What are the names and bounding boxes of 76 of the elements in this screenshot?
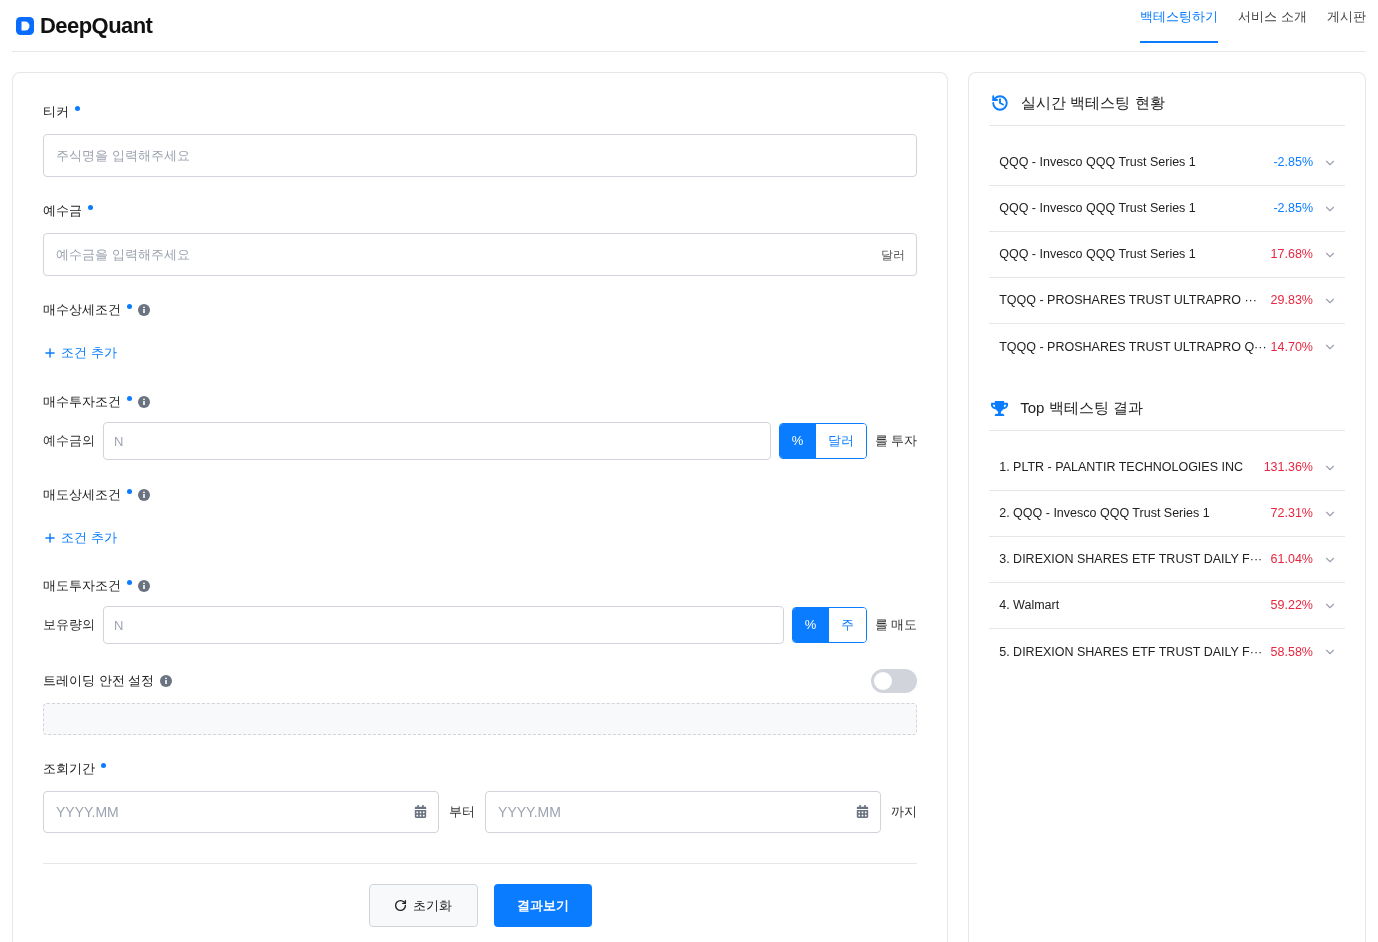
nav-tab[interactable]: 서비스 소개 bbox=[1238, 0, 1307, 43]
brand-name: DeepQuant bbox=[40, 12, 153, 40]
ticker-name: QQQ - Invesco QQQ Trust Series 1 bbox=[999, 154, 1197, 172]
reset-button[interactable]: 초기화 bbox=[368, 884, 478, 927]
return-value: 29.83% bbox=[1270, 292, 1313, 310]
trophy-icon bbox=[991, 399, 1009, 417]
field-suffix: 를 투자 bbox=[874, 432, 918, 451]
field-label: 예수금 bbox=[43, 202, 82, 221]
nav-tab[interactable]: 게시판 bbox=[1327, 0, 1366, 43]
unit-toggle[interactable]: % bbox=[792, 608, 829, 642]
field-prefix: 보유량의 bbox=[43, 616, 95, 635]
amount-input[interactable]: N bbox=[103, 606, 784, 644]
return-value: 72.31% bbox=[1270, 505, 1313, 523]
field-label: 매수투자조건 bbox=[43, 393, 121, 412]
return-value: 58.58% bbox=[1270, 643, 1313, 661]
history-icon bbox=[991, 94, 1010, 112]
result-row[interactable]: TQQQ - PROSHARES TRUST ULTRAPRO ··· 29.83% bbox=[989, 278, 1345, 324]
result-row[interactable]: QQQ - Invesco QQQ Trust Series 1 17.68% bbox=[989, 232, 1345, 278]
ticker-name: QQQ - Invesco QQQ Trust Series 1 bbox=[999, 200, 1197, 218]
return-value: 14.70% bbox=[1270, 338, 1313, 356]
field-label: 매도상세조건 bbox=[43, 486, 121, 505]
info-icon bbox=[138, 580, 150, 592]
result-row[interactable]: QQQ - Invesco QQQ Trust Series 1 -2.85% bbox=[989, 186, 1345, 232]
plus-icon bbox=[43, 531, 57, 545]
field-label: 조회기간 bbox=[43, 760, 95, 779]
ticker-name: TQQQ - PROSHARES TRUST ULTRAPRO ··· bbox=[999, 292, 1258, 310]
ticker-name: 5. DIREXION SHARES ETF TRUST DAILY F··· bbox=[999, 643, 1264, 661]
unit-label: 달러 bbox=[881, 247, 906, 264]
ticker-name: QQQ - Invesco QQQ Trust Series 1 bbox=[999, 246, 1197, 264]
calendar-icon bbox=[856, 805, 870, 818]
return-value: 61.04% bbox=[1270, 551, 1313, 569]
info-icon bbox=[160, 675, 173, 687]
return-value: 59.22% bbox=[1270, 597, 1313, 615]
info-icon bbox=[138, 396, 150, 408]
field-prefix: 예수금의 bbox=[43, 432, 95, 451]
ticker-name: TQQQ - PROSHARES TRUST ULTRAPRO Q··· bbox=[999, 338, 1267, 356]
result-row[interactable]: 4. Walmart 59.22% bbox=[989, 583, 1345, 629]
result-row[interactable]: TQQQ - PROSHARES TRUST ULTRAPRO Q··· 14.70% bbox=[989, 324, 1345, 370]
info-icon bbox=[138, 489, 150, 501]
field-label: 매도투자조건 bbox=[43, 577, 121, 596]
month-field[interactable]: YYYY.MM bbox=[43, 791, 440, 833]
result-row[interactable]: 3. DIREXION SHARES ETF TRUST DAILY F··· 61.04% bbox=[989, 537, 1345, 583]
unit-toggle[interactable]: % bbox=[779, 424, 816, 458]
refresh-icon bbox=[394, 899, 408, 912]
ticker-name: 3. DIREXION SHARES ETF TRUST DAILY F··· bbox=[999, 551, 1264, 569]
nav-tab[interactable]: 백테스팅하기 bbox=[1140, 0, 1219, 43]
return-value: -2.85% bbox=[1273, 154, 1313, 172]
panel-title: Top 백테스팅 결과 bbox=[1020, 397, 1143, 418]
ticker-name: 4. Walmart bbox=[999, 597, 1061, 615]
ticker-input[interactable]: 주식명을 입력해주세요 bbox=[43, 134, 918, 177]
field-label: 트레이딩 안전 설정 bbox=[43, 672, 155, 691]
ticker-name: 2. QQQ - Invesco QQQ Trust Series 1 bbox=[999, 505, 1211, 523]
return-value: 131.36% bbox=[1263, 459, 1313, 477]
panel-title: 실시간 백테스팅 현황 bbox=[1021, 92, 1165, 113]
return-value: 17.68% bbox=[1270, 246, 1313, 264]
calendar-icon bbox=[414, 805, 428, 818]
submit-button[interactable]: 결과보기 bbox=[493, 884, 592, 927]
return-value: -2.85% bbox=[1273, 200, 1313, 218]
result-row[interactable]: 2. QQQ - Invesco QQQ Trust Series 1 72.31% bbox=[989, 491, 1345, 537]
add-condition-link[interactable]: 조건 추가 bbox=[43, 528, 117, 548]
month-field[interactable]: YYYY.MM bbox=[485, 791, 882, 833]
plus-icon bbox=[43, 346, 57, 360]
result-row[interactable]: 5. DIREXION SHARES ETF TRUST DAILY F··· 58.58% bbox=[989, 629, 1345, 675]
add-condition-link[interactable]: 조건 추가 bbox=[43, 343, 117, 363]
field-label: 매수상세조건 bbox=[43, 301, 121, 320]
info-icon bbox=[138, 304, 150, 316]
toggle-switch[interactable] bbox=[871, 669, 918, 693]
amount-input[interactable]: N bbox=[103, 422, 771, 460]
range-text: 부터 bbox=[449, 803, 476, 822]
field-label: 티커 bbox=[43, 103, 69, 122]
logo-icon bbox=[16, 16, 34, 35]
range-text: 까지 bbox=[891, 803, 918, 822]
field-suffix: 를 매도 bbox=[874, 616, 918, 635]
result-row[interactable]: 1. PLTR - PALANTIR TECHNOLOGIES INC 131.36% bbox=[989, 445, 1345, 491]
ticker-name: 1. PLTR - PALANTIR TECHNOLOGIES INC bbox=[999, 459, 1244, 477]
result-row[interactable]: QQQ - Invesco QQQ Trust Series 1 -2.85% bbox=[989, 140, 1345, 186]
